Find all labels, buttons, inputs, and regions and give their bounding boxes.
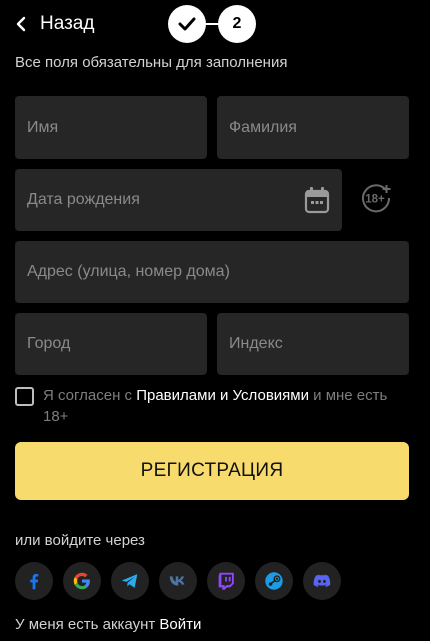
vk-login-button[interactable] xyxy=(159,562,197,600)
login-link[interactable]: Войти xyxy=(159,616,201,633)
register-button[interactable]: РЕГИСТРАЦИЯ xyxy=(15,442,409,500)
google-login-button[interactable] xyxy=(63,562,101,600)
steam-icon xyxy=(265,572,283,590)
header: Назад 2 xyxy=(0,0,430,50)
terms-checkbox[interactable] xyxy=(15,387,34,406)
facebook-login-button[interactable] xyxy=(15,562,53,600)
social-login-label: или войдите через xyxy=(15,532,145,549)
google-icon xyxy=(73,572,90,590)
chevron-left-icon xyxy=(16,16,26,32)
back-button[interactable]: Назад xyxy=(14,10,94,38)
steam-login-button[interactable] xyxy=(255,562,293,600)
back-label: Назад xyxy=(40,13,95,34)
address-field[interactable]: Адрес (улица, номер дома) xyxy=(15,241,409,303)
step-2-current: 2 xyxy=(218,5,256,43)
vk-icon xyxy=(169,576,185,586)
telegram-icon xyxy=(121,574,138,588)
twitch-icon xyxy=(218,572,234,590)
step-indicator: 2 xyxy=(168,5,256,43)
age-restriction-icon: 18+ xyxy=(362,184,391,213)
check-icon xyxy=(178,17,196,31)
city-field[interactable]: Город xyxy=(15,313,207,375)
required-fields-note: Все поля обязательны для заполнения xyxy=(15,54,288,71)
terms-text: Я согласен с Правилами и Условиями и мне… xyxy=(43,385,403,427)
last-name-field[interactable]: Фамилия xyxy=(217,96,409,159)
discord-login-button[interactable] xyxy=(303,562,341,600)
facebook-icon xyxy=(30,573,39,590)
discord-icon xyxy=(313,574,331,587)
terms-link[interactable]: Правилами и Условиями xyxy=(136,387,309,404)
postcode-field[interactable]: Индекс xyxy=(217,313,409,375)
terms-prefix: Я согласен с xyxy=(43,387,137,404)
calendar-icon[interactable] xyxy=(304,186,330,214)
twitch-login-button[interactable] xyxy=(207,562,245,600)
step-1-completed xyxy=(168,5,206,43)
telegram-login-button[interactable] xyxy=(111,562,149,600)
age-badge-label: 18+ xyxy=(365,194,385,206)
first-name-field[interactable]: Имя xyxy=(15,96,207,159)
birth-date-field[interactable]: Дата рождения xyxy=(15,169,342,231)
have-account-text: У меня есть аккаунт xyxy=(15,616,156,633)
have-account-prompt: У меня есть аккаунт Войти xyxy=(15,616,201,633)
